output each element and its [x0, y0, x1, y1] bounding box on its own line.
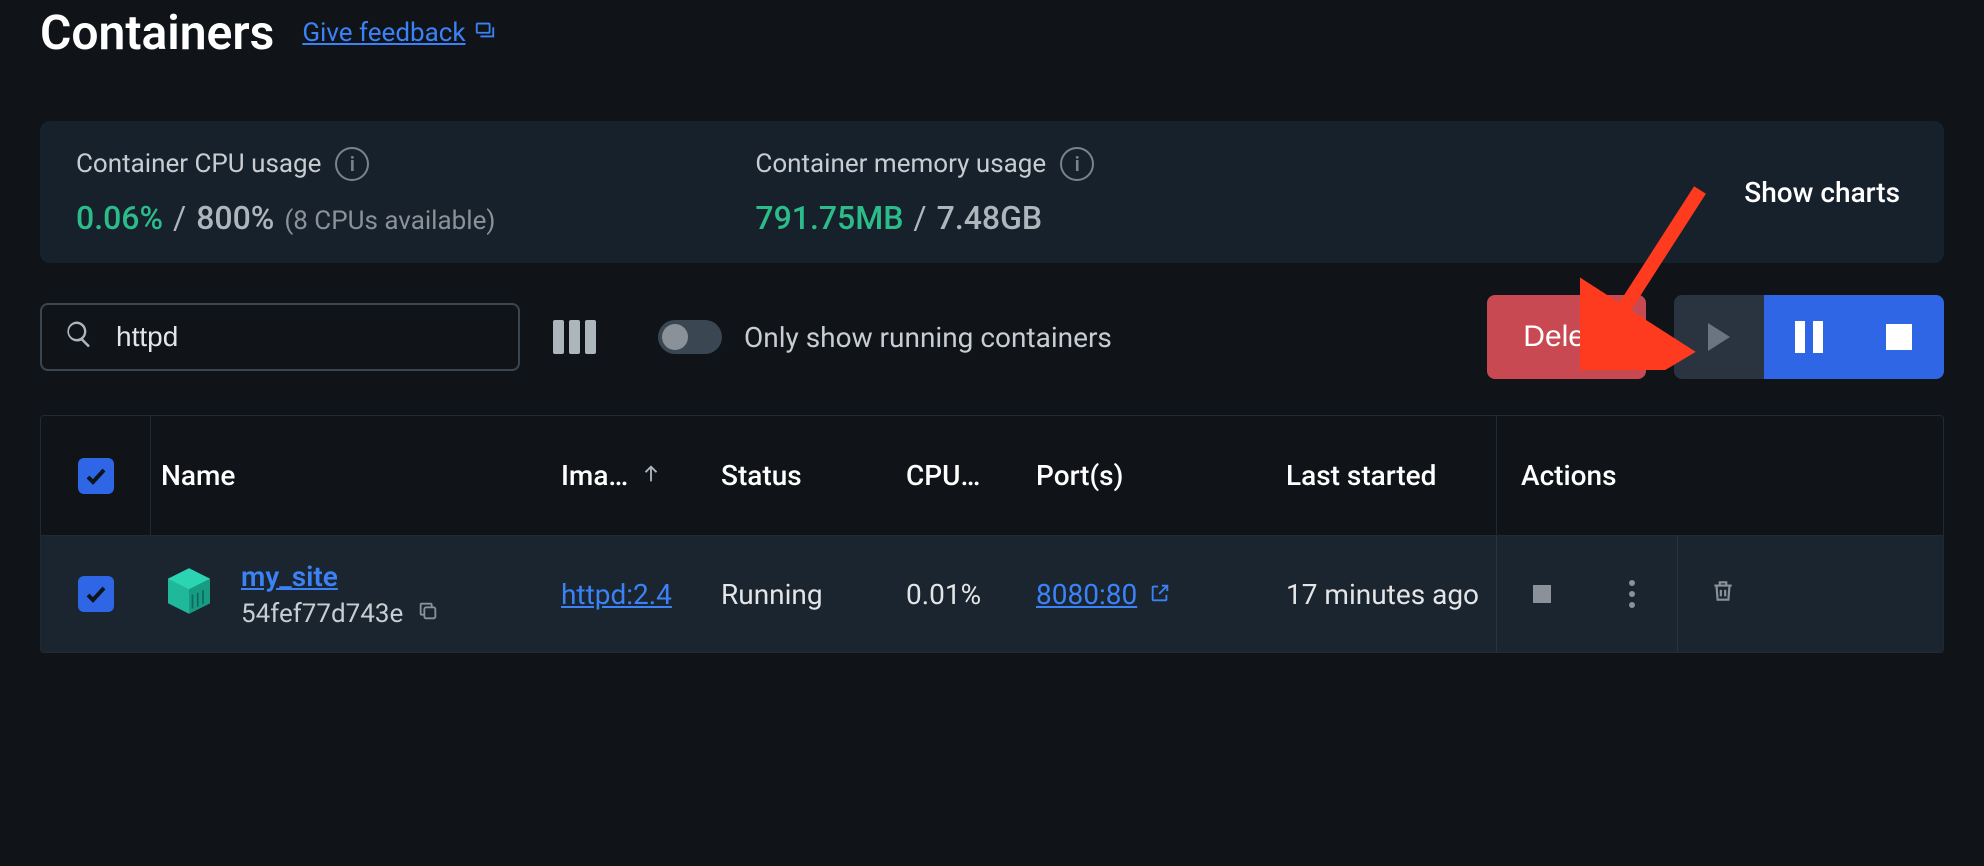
- search-field-wrap: [40, 303, 520, 371]
- columns-button[interactable]: [544, 307, 604, 367]
- action-button-group: [1674, 295, 1944, 379]
- info-icon[interactable]: i: [335, 147, 369, 181]
- row-checkbox[interactable]: [78, 576, 114, 612]
- cpu-note: (8 CPUs available): [284, 206, 495, 236]
- stop-icon: [1886, 324, 1912, 350]
- running-only-toggle[interactable]: [658, 320, 722, 354]
- info-icon[interactable]: i: [1060, 147, 1094, 181]
- external-link-icon[interactable]: [1149, 578, 1171, 611]
- cpu-total-value: 800%: [196, 199, 274, 237]
- start-button[interactable]: [1674, 295, 1764, 379]
- col-ports[interactable]: Port(s): [1026, 459, 1276, 492]
- col-actions: Actions: [1496, 416, 1943, 535]
- cpu-usage-label: Container CPU usage: [76, 149, 321, 179]
- columns-icon: [553, 320, 596, 354]
- cpu-usage-block: Container CPU usage i 0.06% / 800% (8 CP…: [76, 147, 495, 237]
- container-name-link[interactable]: my_site: [241, 560, 439, 593]
- sort-asc-icon: [640, 459, 662, 492]
- cpu-cell: 0.01%: [896, 578, 1026, 611]
- search-input[interactable]: [116, 321, 496, 353]
- stop-icon: [1533, 585, 1551, 603]
- memory-usage-block: Container memory usage i 791.75MB / 7.48…: [755, 147, 1094, 237]
- select-all-checkbox[interactable]: [78, 458, 114, 494]
- show-charts-link[interactable]: Show charts: [1744, 176, 1900, 209]
- feedback-icon: [474, 18, 496, 48]
- delete-button[interactable]: Delete: [1487, 295, 1646, 379]
- pause-icon: [1795, 321, 1823, 353]
- running-only-label: Only show running containers: [744, 321, 1112, 354]
- page-title: Containers: [40, 4, 274, 61]
- table-header: Name Ima… Status CPU… Port(s) Last start…: [41, 416, 1943, 536]
- col-cpu[interactable]: CPU…: [896, 459, 1026, 492]
- toolbar: Only show running containers Delete: [40, 295, 1944, 379]
- memory-usage-label: Container memory usage: [755, 149, 1046, 179]
- copy-icon[interactable]: [417, 599, 439, 629]
- col-status[interactable]: Status: [711, 459, 896, 492]
- image-link[interactable]: httpd:2.4: [561, 578, 672, 611]
- stats-panel: Container CPU usage i 0.06% / 800% (8 CP…: [40, 121, 1944, 263]
- status-cell: Running: [711, 578, 896, 611]
- pause-button[interactable]: [1764, 295, 1854, 379]
- more-icon: [1629, 580, 1635, 608]
- container-icon: [161, 563, 217, 626]
- col-image-label: Ima…: [561, 459, 628, 492]
- memory-used-value: 791.75MB: [755, 199, 903, 237]
- row-delete-button[interactable]: [1677, 536, 1767, 652]
- trash-icon: [1710, 578, 1736, 611]
- container-id: 54fef77d743e: [241, 599, 403, 629]
- containers-table: Name Ima… Status CPU… Port(s) Last start…: [40, 415, 1944, 653]
- cpu-used-value: 0.06%: [76, 199, 163, 237]
- give-feedback-link[interactable]: Give feedback: [302, 18, 495, 48]
- row-stop-button[interactable]: [1497, 536, 1587, 652]
- feedback-link-text: Give feedback: [302, 18, 465, 48]
- search-icon: [64, 319, 94, 355]
- row-more-button[interactable]: [1587, 536, 1677, 652]
- col-last-started[interactable]: Last started: [1276, 459, 1496, 492]
- last-started-cell: 17 minutes ago: [1276, 578, 1496, 611]
- table-row: my_site 54fef77d743e httpd:2.4 Running 0…: [41, 536, 1943, 652]
- stop-button[interactable]: [1854, 295, 1944, 379]
- port-link[interactable]: 8080:80: [1036, 578, 1137, 611]
- col-name[interactable]: Name: [151, 459, 551, 492]
- memory-total-value: 7.48GB: [937, 199, 1042, 237]
- col-image[interactable]: Ima…: [551, 459, 711, 492]
